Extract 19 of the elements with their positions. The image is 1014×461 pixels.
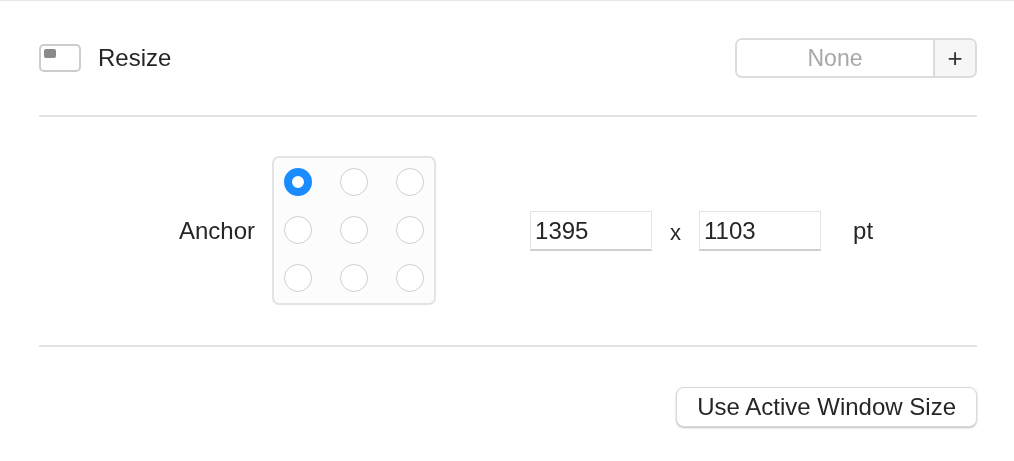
anchor-radio[interactable] — [284, 263, 313, 292]
anchor-radio[interactable] — [396, 215, 425, 244]
use-active-window-size-button[interactable]: Use Active Window Size — [676, 387, 977, 427]
add-button[interactable]: + — [933, 40, 975, 76]
anchor-radio[interactable] — [340, 215, 369, 244]
anchor-radio[interactable] — [284, 215, 313, 244]
anchor-radio[interactable] — [396, 167, 425, 196]
width-field[interactable]: 1395 — [530, 211, 653, 251]
toggle-switch[interactable] — [39, 44, 81, 72]
anchor-radio[interactable] — [340, 167, 369, 196]
anchor-radio[interactable] — [396, 263, 425, 292]
shortcut-field[interactable]: None + — [735, 38, 977, 78]
resize-label: Resize — [98, 44, 172, 72]
anchor-radio[interactable] — [340, 263, 369, 292]
height-field[interactable]: 1103 — [699, 211, 822, 251]
times-sign: x — [670, 220, 682, 246]
anchor-label: Anchor — [179, 217, 256, 245]
unit-label: pt — [853, 217, 874, 245]
anchor-radio[interactable] — [284, 167, 313, 196]
